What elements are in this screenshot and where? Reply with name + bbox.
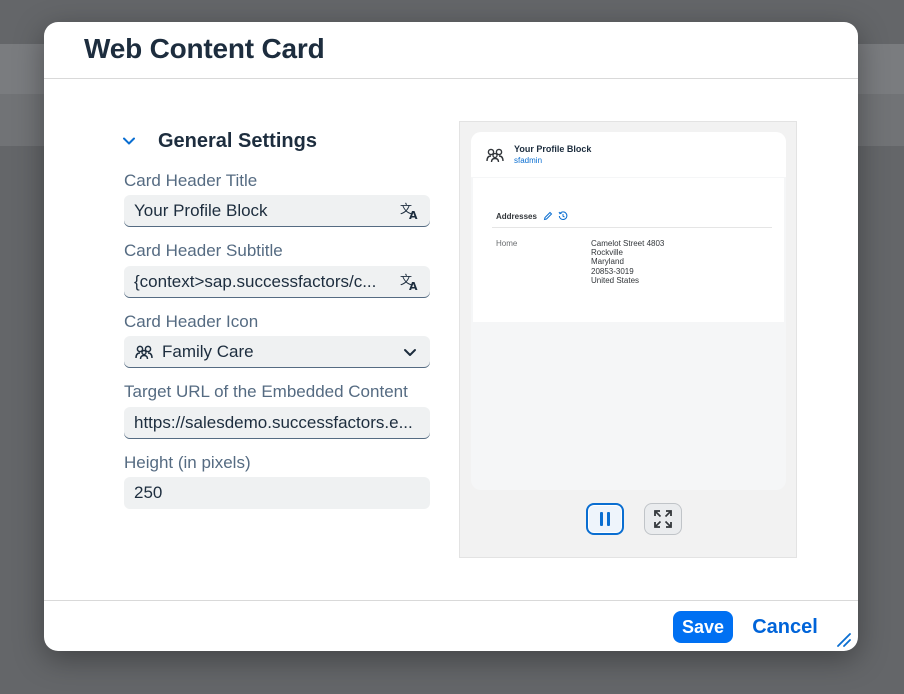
- fullscreen-button[interactable]: [644, 503, 682, 535]
- address-line: Rockville: [591, 248, 624, 258]
- family-care-icon: [134, 342, 154, 362]
- card-header-subtitle-value: {context>sap.successfactors/c...: [134, 272, 377, 291]
- preview-card-title: Your Profile Block: [514, 144, 592, 154]
- web-content-card-dialog: Web Content Card General Settings Card H…: [44, 22, 858, 651]
- history-icon[interactable]: [558, 211, 568, 221]
- section-title: General Settings: [158, 129, 317, 152]
- address-type-label: Home: [496, 239, 518, 248]
- target-url-label: Target URL of the Embedded Content: [124, 382, 408, 401]
- translate-icon[interactable]: 文 A: [400, 201, 420, 221]
- family-care-icon: [486, 148, 504, 163]
- card-header-icon-value: Family Care: [162, 342, 254, 361]
- translate-icon[interactable]: 文 A: [400, 272, 420, 292]
- dialog-header: Web Content Card: [44, 22, 858, 79]
- address-line: Maryland: [591, 257, 624, 267]
- pause-icon: [600, 512, 610, 526]
- address-line: United States: [591, 275, 640, 285]
- pause-button[interactable]: [586, 503, 624, 535]
- preview-card-subtitle: sfadmin: [514, 156, 543, 165]
- address-line: 20853-3019: [591, 266, 634, 276]
- card-header-subtitle-input[interactable]: {context>sap.successfactors/c... 文 A: [124, 266, 430, 298]
- target-url-input[interactable]: https://salesdemo.successfactors.e...: [124, 407, 430, 439]
- preview-card-header: Your Profile Block sfadmin: [471, 132, 786, 177]
- card-header-icon-select[interactable]: Family Care: [124, 336, 430, 368]
- svg-text:A: A: [409, 209, 418, 220]
- card-header-title-label: Card Header Title: [124, 171, 258, 190]
- dialog-footer: Save Cancel: [44, 600, 858, 651]
- card-header-subtitle-label: Card Header Subtitle: [124, 241, 283, 260]
- fullscreen-icon: [654, 510, 672, 528]
- card-preview-panel: Your Profile Block sfadmin Addresses Hom…: [459, 121, 797, 558]
- address-block: Camelot Street 4803 Rockville Maryland 2…: [591, 239, 664, 285]
- address-line: Camelot Street 4803: [591, 239, 665, 248]
- addresses-title: Addresses: [496, 212, 537, 221]
- card-header-icon-label: Card Header Icon: [124, 312, 259, 331]
- resize-handle-icon[interactable]: [836, 632, 852, 648]
- height-input[interactable]: 250: [124, 477, 430, 509]
- cancel-button[interactable]: Cancel: [744, 611, 826, 643]
- general-settings-header[interactable]: General Settings: [122, 128, 317, 154]
- chevron-down-icon[interactable]: [400, 342, 420, 362]
- save-button[interactable]: Save: [673, 611, 733, 643]
- height-label: Height (in pixels): [124, 453, 251, 472]
- svg-text:A: A: [409, 280, 418, 291]
- dialog-title: Web Content Card: [84, 33, 325, 64]
- divider: [492, 227, 772, 228]
- card-header-title-input[interactable]: Your Profile Block 文 A: [124, 195, 430, 227]
- chevron-down-icon[interactable]: [122, 134, 136, 148]
- embedded-content: Addresses Home Camelot Street 4803 Rockv…: [473, 178, 784, 322]
- card-header-title-value: Your Profile Block: [134, 201, 268, 220]
- preview-card: Your Profile Block sfadmin Addresses Hom…: [471, 132, 786, 490]
- target-url-value: https://salesdemo.successfactors.e...: [134, 413, 413, 432]
- height-value: 250: [134, 483, 163, 502]
- edit-icon[interactable]: [543, 211, 553, 221]
